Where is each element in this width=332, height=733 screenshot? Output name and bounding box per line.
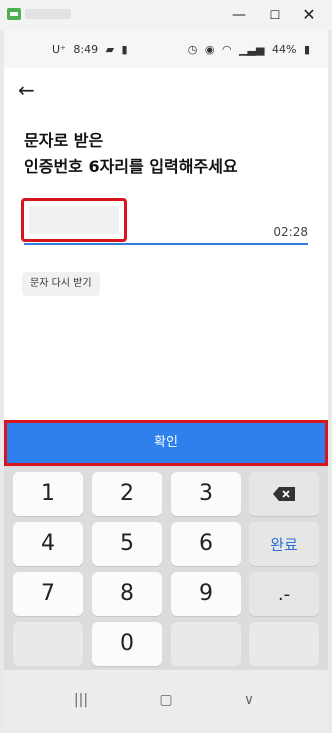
numeric-keyboard: 1 2 3 4 5 6 완료 7 8 9 .- 0 [4,466,328,670]
status-time: 8:49 [73,43,99,56]
key-backspace[interactable] [249,472,319,516]
location-icon: ◉ [204,43,215,56]
key-9[interactable]: 9 [171,572,241,616]
home-icon[interactable]: ▢ [151,692,181,708]
minimize-button[interactable]: — [222,3,256,27]
title-line-2: 인증번호 6자리를 입력해주세요 [24,157,238,176]
key-0[interactable]: 0 [92,622,162,666]
signal-icon: ▁▃▅ [239,43,265,56]
alarm-icon: ◷ [187,43,198,56]
mute-icon: ▮ [121,43,128,56]
carrier-label: U⁺ [52,43,66,56]
code-input-underline [24,243,308,245]
recent-apps-icon[interactable]: ||| [66,692,96,708]
backspace-icon [273,487,295,501]
system-nav-bar: ||| ▢ ∨ [4,670,328,730]
key-done[interactable]: 완료 [249,522,319,566]
status-right: ◷ ◉ ◠ ▁▃▅ 44% ▮ [184,43,310,56]
key-blank-left [13,622,83,666]
key-5[interactable]: 5 [92,522,162,566]
key-6[interactable]: 6 [171,522,241,566]
resend-sms-button[interactable]: 문자 다시 받기 [22,272,100,296]
key-7[interactable]: 7 [13,572,83,616]
battery-icon: ▮ [303,43,310,56]
key-blank-right [249,622,319,666]
key-2[interactable]: 2 [92,472,162,516]
key-punct[interactable]: .- [249,572,319,616]
close-button[interactable]: ✕ [292,3,326,27]
app-icon [7,8,21,20]
nav-back-icon[interactable]: ∨ [234,692,264,708]
title-line-1: 문자로 받은 [24,131,104,150]
battery-label: 44% [271,43,297,56]
phone-screen: U⁺ 8:49 ▰ ▮ ◷ ◉ ◠ ▁▃▅ 44% ▮ ← 문자로 받은 인증번… [4,30,328,730]
key-done-label: 완료 [270,536,298,554]
wifi-icon: ◠ [221,43,232,56]
code-input-highlight [21,198,127,242]
key-4[interactable]: 4 [13,522,83,566]
key-8[interactable]: 8 [92,572,162,616]
status-bar: U⁺ 8:49 ▰ ▮ ◷ ◉ ◠ ▁▃▅ 44% ▮ [4,30,328,68]
page-title: 문자로 받은 인증번호 6자리를 입력해주세요 [24,128,238,180]
key-1[interactable]: 1 [13,472,83,516]
countdown-timer: 02:28 [273,225,308,239]
back-arrow-icon[interactable]: ← [18,78,35,102]
confirm-button-highlight: 확인 [4,420,328,466]
key-blank-mid [171,622,241,666]
confirm-button[interactable]: 확인 [7,423,325,463]
window-titlebar: — ☐ ✕ [0,0,332,30]
maximize-button[interactable]: ☐ [258,3,292,27]
key-punct-label: .- [277,584,291,605]
key-3[interactable]: 3 [171,472,241,516]
window-title [25,9,71,19]
code-input[interactable] [29,206,119,234]
message-icon: ▰ [105,43,115,56]
status-left: U⁺ 8:49 ▰ ▮ [52,43,132,56]
